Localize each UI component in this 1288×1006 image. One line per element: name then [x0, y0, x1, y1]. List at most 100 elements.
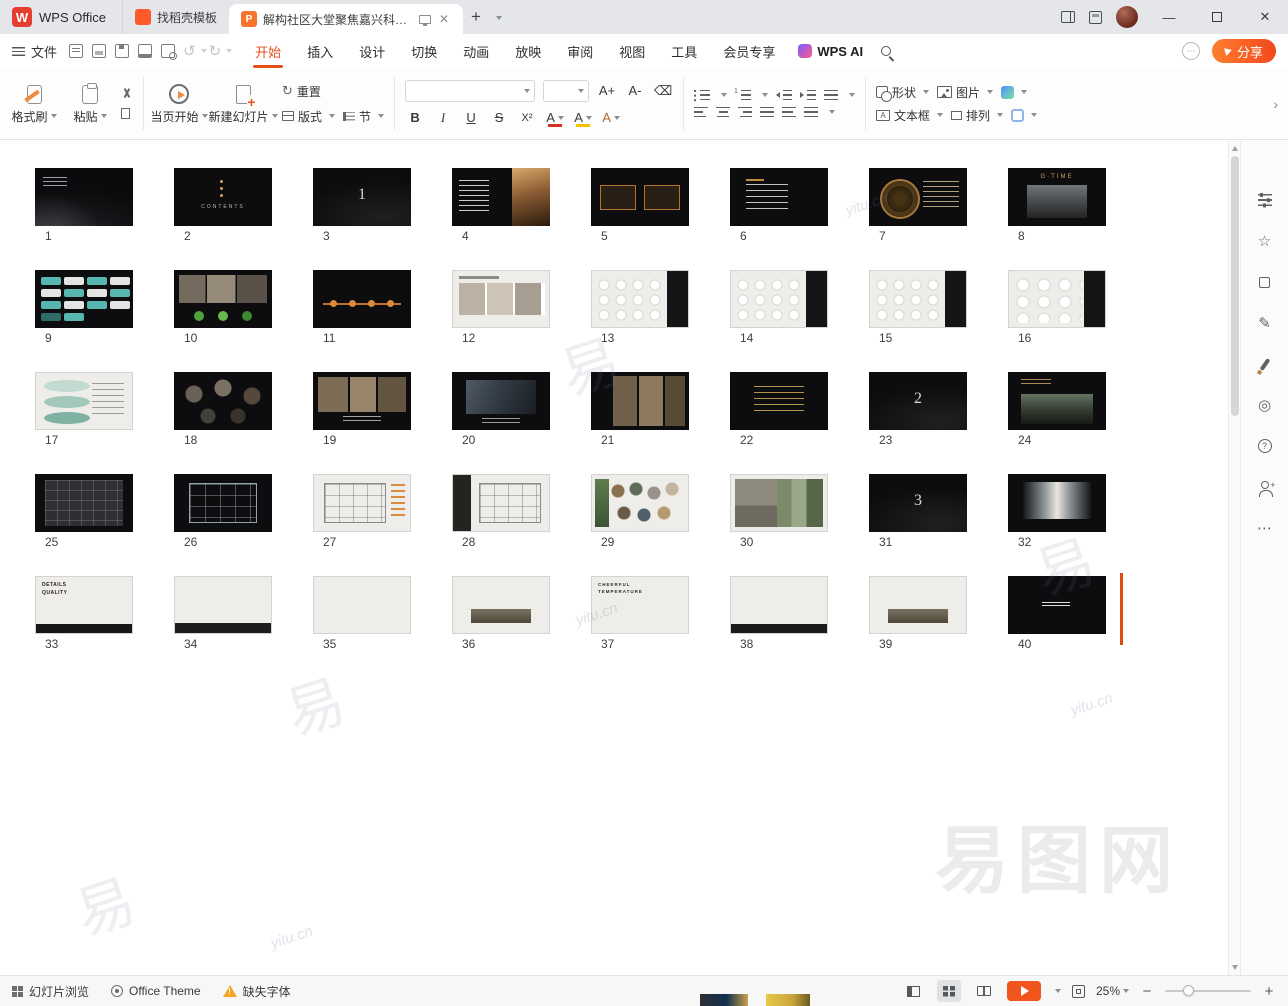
slide-preview[interactable] [730, 474, 828, 532]
ribbon-tab-9[interactable]: 工具 [669, 35, 699, 68]
scroll-up-arrow[interactable] [1232, 146, 1238, 151]
background-window-peek[interactable] [700, 994, 748, 1006]
ribbon-tab-10[interactable]: 会员专享 [721, 35, 777, 68]
slide-thumbnail[interactable]: 32 [1008, 474, 1106, 550]
zoom-slider-thumb[interactable] [1183, 985, 1194, 996]
redo-caret[interactable] [226, 49, 232, 53]
new-slide-button[interactable]: 新建幻灯片 [207, 68, 279, 139]
font-family-select[interactable] [405, 80, 535, 102]
slide-thumbnail[interactable]: 24 [1008, 372, 1106, 448]
undo-caret[interactable] [201, 49, 207, 53]
ribbon-tab-8[interactable]: 视图 [617, 35, 647, 68]
slide-preview[interactable] [591, 168, 689, 226]
help-icon[interactable]: ? [1256, 437, 1274, 455]
slide-sorter-canvas[interactable]: 1CONTENTS2134567G·TIME891011121314151617… [0, 141, 1228, 975]
slide-thumbnail[interactable]: 13 [591, 270, 689, 346]
menu-icon[interactable] [12, 47, 25, 56]
arrange-button[interactable]: 排列 [951, 107, 1003, 124]
slide-thumbnail[interactable]: 331 [869, 474, 967, 550]
format-painter-button[interactable]: 格式刷 [6, 68, 62, 139]
slide-thumbnail[interactable]: 19 [313, 372, 411, 448]
user-avatar[interactable] [1116, 6, 1138, 28]
slide-preview[interactable] [313, 576, 411, 634]
slide-thumbnail[interactable]: DETAILS QUALITY33 [35, 576, 133, 652]
ribbon-tab-2[interactable]: 插入 [305, 35, 335, 68]
ribbon-tab-5[interactable]: 动画 [461, 35, 491, 68]
slide-thumbnail[interactable]: 18 [174, 372, 272, 448]
ribbon-tab-1[interactable]: 开始 [253, 35, 283, 68]
slide-thumbnail[interactable]: 14 [730, 270, 828, 346]
open-file-icon[interactable] [92, 44, 106, 58]
print-icon[interactable] [138, 44, 152, 58]
close-window-button[interactable]: ✕ [1248, 0, 1282, 34]
adjust-settings-icon[interactable] [1256, 191, 1274, 209]
format-brush-icon[interactable] [1256, 355, 1274, 373]
ribbon-tab-7[interactable]: 审阅 [565, 35, 595, 68]
missing-font-warning[interactable]: 缺失字体 [223, 983, 291, 1000]
split-window-icon[interactable] [1061, 11, 1075, 23]
slide-thumbnail[interactable]: 223 [869, 372, 967, 448]
shapes-button[interactable]: 形状 [876, 84, 929, 101]
slide-preview[interactable] [174, 270, 272, 328]
text-direction-caret[interactable] [849, 93, 855, 97]
slide-preview[interactable]: 2 [869, 372, 967, 430]
clear-format-icon[interactable]: ⌫ [653, 81, 673, 101]
slide-preview[interactable] [452, 576, 550, 634]
slide-thumbnail[interactable]: CONTENTS2 [174, 168, 272, 244]
zoom-level-select[interactable]: 25% [1096, 984, 1129, 998]
reset-slide-button[interactable]: ↻重置 [282, 83, 384, 100]
font-size-select[interactable] [543, 80, 589, 102]
slide-preview[interactable] [1008, 576, 1106, 634]
slide-thumbnail[interactable]: 10 [174, 270, 272, 346]
line-spacing-caret[interactable] [829, 110, 835, 114]
line-spacing-button[interactable] [804, 107, 818, 118]
slide-preview[interactable] [452, 270, 550, 328]
slide-thumbnail[interactable]: 7 [869, 168, 967, 244]
zoom-in-button[interactable]: + [1262, 983, 1276, 1000]
slide-preview[interactable] [591, 372, 689, 430]
share-button[interactable]: 分享 [1212, 39, 1276, 63]
slide-thumbnail[interactable]: 30 [730, 474, 828, 550]
numbered-list-button[interactable] [735, 90, 751, 101]
bullet-list-button[interactable] [694, 90, 710, 101]
slide-thumbnail[interactable]: 27 [313, 474, 411, 550]
slide-preview[interactable] [730, 372, 828, 430]
distribute-button[interactable] [782, 107, 796, 118]
align-right-button[interactable] [738, 107, 752, 118]
slide-thumbnail[interactable]: 13 [313, 168, 411, 244]
slide-thumbnail[interactable]: 5 [591, 168, 689, 244]
doc-tab-presentation[interactable]: P 解构社区大堂聚焦嘉兴科技城 ✕ [229, 4, 463, 34]
slide-preview[interactable] [869, 576, 967, 634]
favorites-icon[interactable]: ☆ [1256, 232, 1274, 250]
text-effects-button[interactable]: A [601, 108, 621, 128]
slide-preview[interactable] [174, 576, 272, 634]
section-button[interactable]: 节 [343, 108, 384, 125]
slide-thumbnail[interactable]: 9 [35, 270, 133, 346]
slide-preview[interactable]: CONTENTS [174, 168, 272, 226]
slide-thumbnail[interactable]: 40 [1008, 576, 1106, 652]
app-center-icon[interactable] [1089, 11, 1102, 24]
bold-button[interactable]: B [405, 108, 425, 128]
minimize-button[interactable]: — [1152, 0, 1186, 34]
increase-indent-button[interactable] [800, 90, 816, 101]
slide-preview[interactable] [591, 474, 689, 532]
slide-preview[interactable] [35, 372, 133, 430]
reading-view-button[interactable] [972, 980, 996, 1002]
ribbon-tab-6[interactable]: 放映 [513, 35, 543, 68]
slide-thumbnail[interactable]: 39 [869, 576, 967, 652]
slide-preview[interactable] [452, 372, 550, 430]
flip-pages-icon[interactable] [1256, 273, 1274, 291]
slide-preview[interactable] [452, 168, 550, 226]
tab-list-caret[interactable] [489, 10, 506, 24]
ribbon-expand-button[interactable]: › [1269, 96, 1282, 112]
vertical-scrollbar[interactable] [1228, 141, 1240, 975]
save-icon[interactable] [115, 44, 129, 58]
new-tab-button[interactable]: + [463, 7, 489, 27]
layout-button[interactable]: 版式 [282, 108, 335, 125]
slide-preview[interactable] [869, 168, 967, 226]
slideshow-play-button[interactable] [1007, 981, 1041, 1001]
highlight-color-button[interactable]: A [573, 108, 593, 128]
invite-member-icon[interactable] [1256, 478, 1274, 496]
slide-thumbnail[interactable]: 35 [313, 576, 411, 652]
slide-thumbnail[interactable]: 1 [35, 168, 133, 244]
